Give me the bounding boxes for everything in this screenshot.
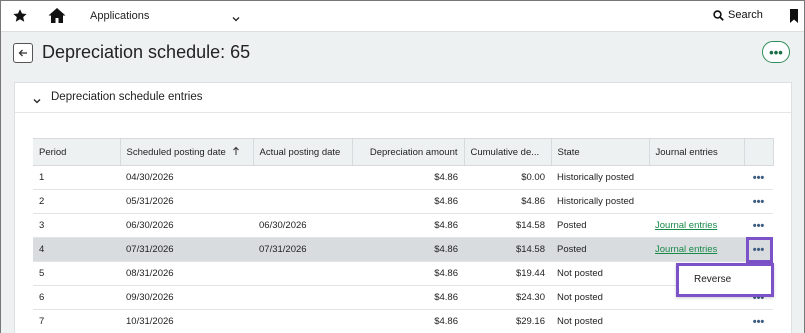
cell-period: 5 [33, 261, 120, 286]
cell-journal: Journal entries [649, 213, 744, 238]
cell-cumulative: $24.30 [464, 285, 551, 310]
cell-cumulative: $14.58 [464, 237, 551, 262]
column-header-cumulative[interactable]: Cumulative de... [464, 138, 552, 166]
column-header-period[interactable]: Period [33, 138, 121, 166]
cell-journal [649, 165, 744, 190]
cell-actual [253, 165, 352, 190]
cell-actual [253, 189, 352, 214]
cell-amount: $4.86 [352, 261, 464, 286]
cell-state: Not posted [551, 285, 649, 310]
cell-cumulative: $4.86 [464, 189, 551, 214]
table-row[interactable]: 4 07/31/2026 07/31/2026 $4.86 $14.58 Posted Jo… [33, 237, 773, 262]
cell-actual: 06/30/2026 [253, 213, 352, 238]
cell-state: Not posted [551, 309, 649, 333]
table-row[interactable]: 2 05/31/2026 $4.86 $4.86 Historically posted… [33, 189, 773, 214]
cell-actual [253, 285, 352, 310]
table-row[interactable]: 7 10/31/2026 $4.86 $29.16 Not posted ••• [33, 309, 773, 333]
table-row[interactable]: 1 04/30/2026 $4.86 $0.00 Historically posted… [33, 165, 773, 190]
cell-period: 2 [33, 189, 120, 214]
cell-actual [253, 309, 352, 333]
cell-scheduled: 09/30/2026 [120, 285, 253, 310]
cell-journal [649, 309, 744, 333]
search-button[interactable]: Search [713, 9, 763, 21]
arrow-left-icon [18, 49, 27, 57]
cell-period: 4 [33, 237, 120, 262]
chevron-down-icon[interactable] [231, 11, 241, 22]
cell-scheduled: 06/30/2026 [120, 213, 253, 238]
back-button[interactable] [13, 43, 33, 63]
cell-state: Historically posted [551, 165, 649, 190]
search-icon [713, 9, 724, 21]
top-bar: Applications Search [1, 1, 804, 32]
cell-period: 7 [33, 309, 120, 333]
column-header-actions [744, 138, 774, 166]
cell-amount: $4.86 [352, 285, 464, 310]
column-header-amount[interactable]: Depreciation amount [352, 138, 465, 166]
column-header-journal[interactable]: Journal entries [649, 138, 745, 166]
row-more-actions-button[interactable]: ••• [744, 165, 773, 190]
cell-actual [253, 261, 352, 286]
page-header: Depreciation schedule: 65 ••• [1, 32, 804, 74]
column-header-scheduled[interactable]: Scheduled posting date [120, 138, 254, 166]
cell-cumulative: $19.44 [464, 261, 551, 286]
depreciation-table: Period Scheduled posting date Actual pos… [33, 138, 774, 333]
cell-scheduled: 05/31/2026 [120, 189, 253, 214]
cell-scheduled: 08/31/2026 [120, 261, 253, 286]
column-header-state[interactable]: State [551, 138, 650, 166]
row-more-actions-button[interactable]: ••• [744, 309, 773, 333]
table-row[interactable]: 6 09/30/2026 $4.86 $24.30 Not posted ••• [33, 285, 773, 310]
row-actions-highlight[interactable] [746, 237, 773, 263]
column-header-actual[interactable]: Actual posting date [253, 138, 353, 166]
cell-state: Not posted [551, 261, 649, 286]
cell-cumulative: $14.58 [464, 213, 551, 238]
star-icon[interactable] [12, 8, 28, 24]
cell-amount: $4.86 [352, 165, 464, 190]
home-icon[interactable] [47, 6, 67, 26]
column-header-scheduled-label: Scheduled posting date [126, 146, 226, 158]
cell-journal: Journal entries [649, 237, 744, 262]
page-title: Depreciation schedule: 65 [42, 42, 251, 62]
chevron-down-icon[interactable] [32, 93, 42, 104]
cell-scheduled: 10/31/2026 [120, 309, 253, 333]
journal-entries-link[interactable]: Journal entries [655, 244, 717, 255]
cell-scheduled: 07/31/2026 [120, 237, 253, 262]
cell-scheduled: 04/30/2026 [120, 165, 253, 190]
row-context-menu: Reverse [676, 263, 774, 297]
cell-period: 3 [33, 213, 120, 238]
cell-state: Historically posted [551, 189, 649, 214]
cell-amount: $4.86 [352, 309, 464, 333]
applications-menu[interactable]: Applications [90, 10, 149, 22]
cell-journal [649, 189, 744, 214]
table-row[interactable]: 508/31/2026$4.86$19.44Not posted••• [33, 261, 773, 286]
cell-state: Posted [551, 237, 649, 262]
section-header[interactable]: Depreciation schedule entries [15, 83, 791, 113]
sort-ascending-icon [232, 146, 240, 159]
cell-amount: $4.86 [352, 189, 464, 214]
cell-state: Posted [551, 213, 649, 238]
cell-amount: $4.86 [352, 213, 464, 238]
section-title: Depreciation schedule entries [51, 91, 203, 103]
cell-amount: $4.86 [352, 237, 464, 262]
bookmark-icon[interactable] [789, 9, 799, 23]
cell-period: 6 [33, 285, 120, 310]
table-row[interactable]: 3 06/30/2026 06/30/2026 $4.86 $14.58 Posted Jo… [33, 213, 773, 238]
cell-period: 1 [33, 165, 120, 190]
search-label: Search [728, 9, 763, 21]
row-more-actions-button[interactable]: ••• [744, 189, 773, 214]
cell-actual: 07/31/2026 [253, 237, 352, 262]
table-header-row: Period Scheduled posting date Actual pos… [33, 138, 774, 166]
row-more-actions-button[interactable]: ••• [744, 213, 773, 238]
cell-cumulative: $0.00 [464, 165, 551, 190]
more-actions-button[interactable]: ••• [762, 41, 790, 63]
cell-cumulative: $29.16 [464, 309, 551, 333]
menu-item-reverse[interactable]: Reverse [694, 274, 731, 285]
journal-entries-link[interactable]: Journal entries [655, 220, 717, 231]
